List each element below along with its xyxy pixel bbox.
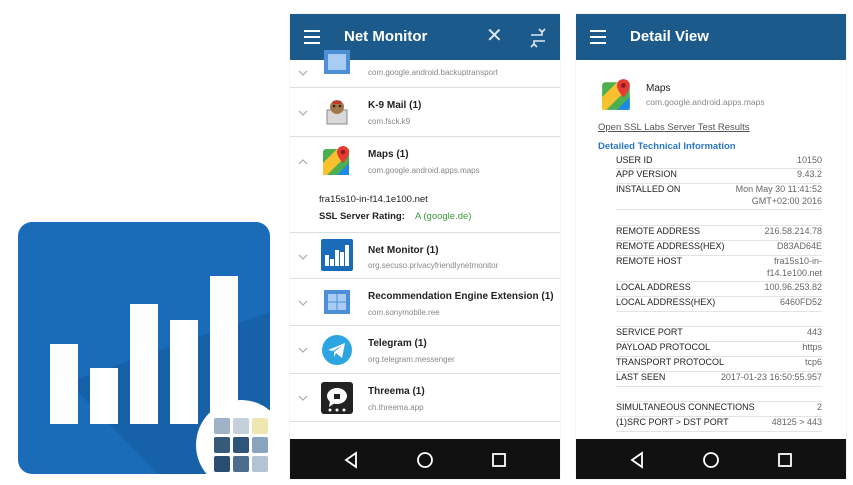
app-package: com.google.android.apps.maps	[368, 166, 480, 175]
telegram-icon	[322, 335, 352, 365]
k9-mail-icon	[326, 100, 348, 125]
remote-host: fra15s10-in-f14.1e100.net	[319, 194, 428, 205]
ssl-rating: SSL Server Rating: A (google.de)	[319, 211, 471, 222]
home-icon[interactable]	[416, 451, 434, 469]
ssl-rating-label: SSL Server Rating:	[319, 211, 405, 222]
home-icon[interactable]	[702, 451, 720, 469]
back-icon[interactable]	[628, 451, 646, 469]
detail-row: (1)SRC PORT > DST PORT 48125 > 443	[616, 417, 822, 432]
detail-view-screen: Detail View Maps com.google.android.apps…	[576, 14, 846, 479]
app-name: Net Monitor (1)	[368, 245, 439, 256]
app-package: org.telegram.messenger	[368, 355, 455, 364]
screen-title: Detail View	[630, 28, 709, 45]
net-monitor-icon	[321, 239, 353, 271]
screen-title: Net Monitor	[344, 28, 428, 45]
list-item[interactable]: com.google.android.backuptransport	[290, 50, 560, 88]
recents-icon[interactable]	[490, 451, 508, 469]
detail-row-spacer	[616, 210, 822, 226]
list-item[interactable]: K-9 Mail (1) com.fsck.k9	[290, 88, 560, 137]
detail-row: TRANSPORT PROTOCOL tcp6	[616, 357, 822, 372]
app-package: com.google.android.backuptransport	[368, 68, 498, 77]
net-monitor-screen: Net Monitor ✕ com.google.android.backupt…	[290, 14, 560, 479]
list-item[interactable]: Telegram (1) org.telegram.messenger	[290, 326, 560, 374]
swap-icon[interactable]	[528, 28, 548, 48]
detail-row-spacer	[616, 312, 822, 327]
detail-row: INSTALLED ON Mon May 30 11:41:52 GMT+02:0…	[616, 184, 822, 210]
app-name: Threema (1)	[368, 386, 425, 397]
app-name: Recommendation Engine Extension (1)	[368, 291, 554, 302]
chevron-up-icon	[298, 159, 308, 165]
detail-row: LAST SEEN 2017-01-23 16:50:55.957	[616, 372, 822, 387]
menu-icon[interactable]	[304, 30, 320, 44]
backup-transport-icon	[324, 50, 350, 74]
menu-icon[interactable]	[590, 30, 606, 44]
system-nav-bar	[576, 439, 846, 479]
system-nav-bar	[290, 439, 560, 479]
app-name: Maps	[646, 83, 671, 94]
detail-row: LOCAL ADDRESS(HEX) 6460FD52	[616, 297, 822, 312]
app-name: Maps (1)	[368, 149, 409, 160]
ssl-rating-value[interactable]: A (google.de)	[415, 211, 472, 222]
list-item[interactable]: Threema (1) ch.threema.app	[290, 374, 560, 422]
detail-row: SERVICE PORT 443	[616, 327, 822, 342]
list-item-expanded[interactable]: Maps (1) com.google.android.apps.maps fr…	[290, 137, 560, 233]
logo-bar-4	[170, 320, 198, 424]
list-item[interactable]: Net Monitor (1) org.secuso.privacyfriend…	[290, 233, 560, 279]
app-name: Telegram (1)	[368, 338, 427, 349]
chevron-down-icon	[298, 347, 308, 353]
detail-row: PAYLOAD PROTOCOL https	[616, 342, 822, 357]
detail-row: APP VERSION 9.43.2	[616, 169, 822, 184]
section-title: Detailed Technical Information	[598, 141, 736, 152]
ree-icon	[324, 290, 350, 314]
maps-icon	[323, 146, 349, 175]
grid-badge-icon	[196, 400, 286, 485]
app-package: org.secuso.privacyfriendlynetmonitor	[368, 261, 499, 270]
detail-row: SIMULTANEOUS CONNECTIONS 2	[616, 402, 822, 417]
app-package: ch.threema.app	[368, 403, 424, 412]
detail-row: REMOTE ADDRESS(HEX) D83AD64E	[616, 241, 822, 256]
chevron-down-icon	[298, 254, 308, 260]
detail-row-spacer	[616, 387, 822, 402]
list-item[interactable]: Recommendation Engine Extension (1) com.…	[290, 279, 560, 326]
close-icon[interactable]: ✕	[486, 26, 503, 46]
threema-icon	[321, 382, 353, 414]
detail-row: LOCAL ADDRESS 100.96.253.82	[616, 282, 822, 297]
back-icon[interactable]	[342, 451, 360, 469]
maps-icon	[602, 79, 630, 110]
logo-bar-3	[130, 304, 158, 424]
chevron-down-icon	[298, 110, 308, 116]
app-package: com.fsck.k9	[368, 117, 411, 126]
detail-row: USER ID 10150	[616, 155, 822, 169]
app-name: K-9 Mail (1)	[368, 100, 422, 111]
detail-row: REMOTE ADDRESS 216.58.214.78	[616, 226, 822, 241]
app-package: com.sonymobile.ree	[368, 308, 440, 317]
chevron-down-icon	[298, 70, 308, 76]
chevron-down-icon	[298, 395, 308, 401]
detail-row: REMOTE HOST fra15s10-in- f14.1e100.net	[616, 256, 822, 282]
app-package: com.google.android.apps.maps	[646, 97, 765, 107]
ssl-labs-link[interactable]: Open SSL Labs Server Test Results	[598, 122, 750, 133]
logo-bar-1	[50, 344, 78, 424]
recents-icon[interactable]	[776, 451, 794, 469]
logo-bar-2	[90, 368, 118, 424]
app-bar: Detail View	[576, 14, 846, 60]
chevron-down-icon	[298, 300, 308, 306]
